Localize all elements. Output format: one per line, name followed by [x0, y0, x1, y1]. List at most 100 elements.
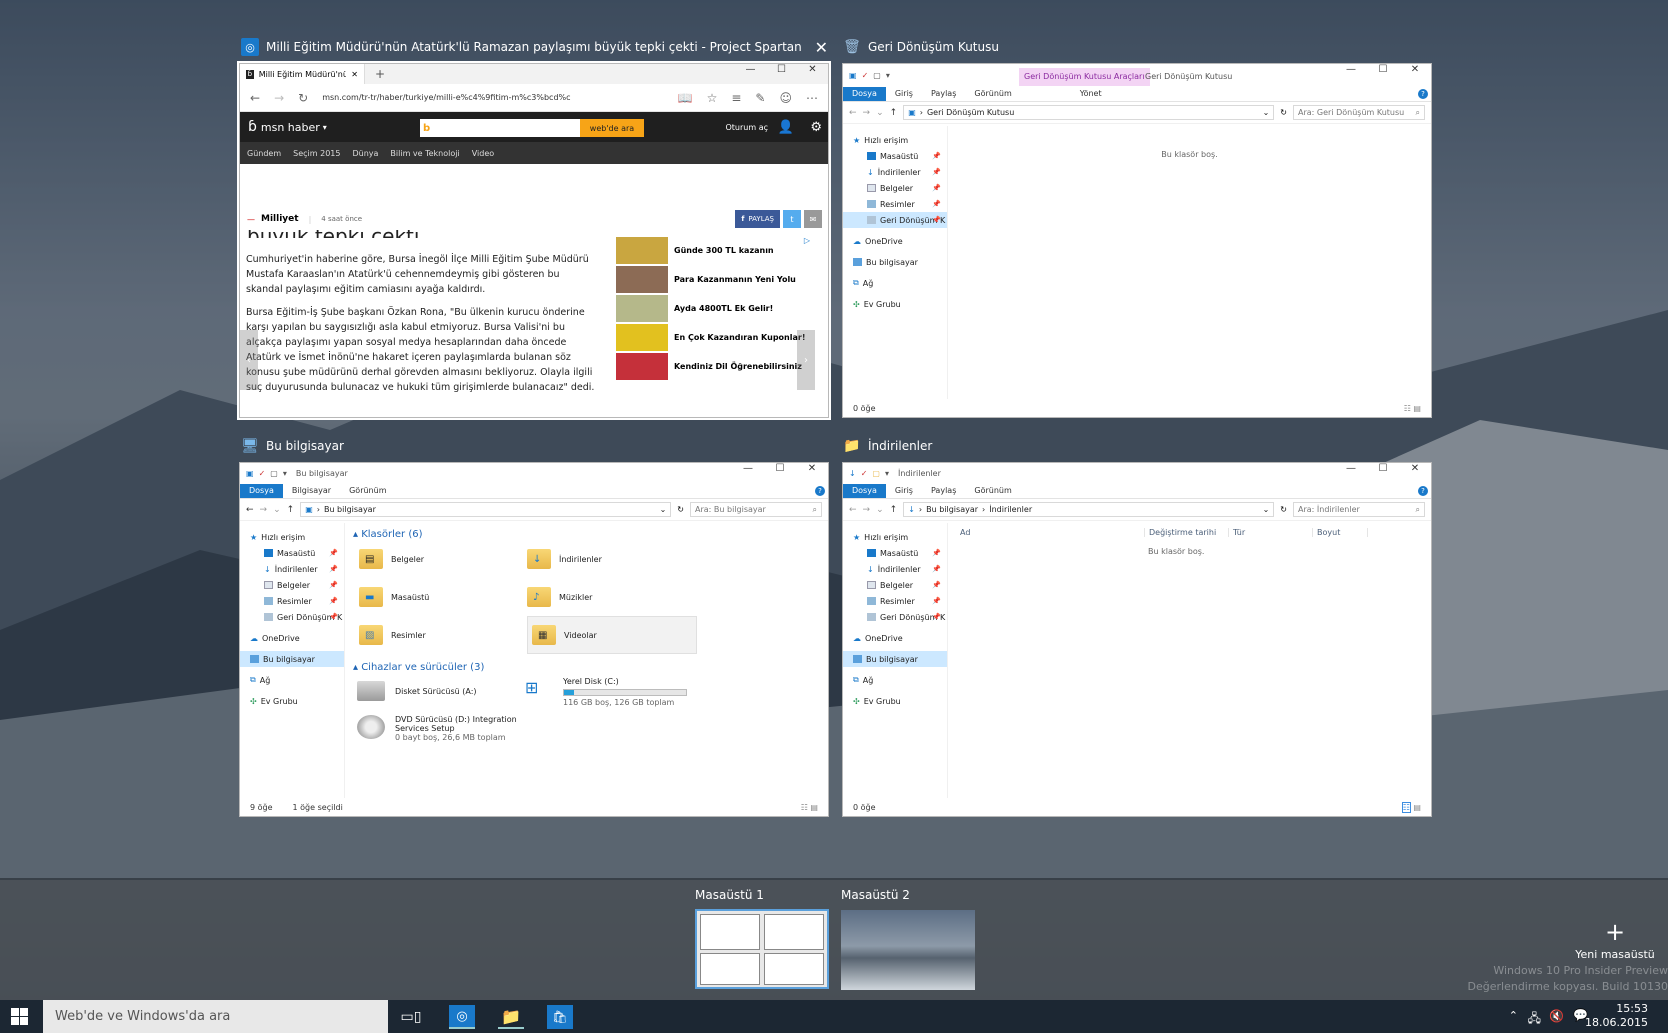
- drive-item[interactable]: Disket Sürücüsü (A:): [357, 677, 525, 711]
- chevron-down-icon[interactable]: ▾: [283, 469, 287, 478]
- favorite-star-icon[interactable]: ☆: [707, 91, 718, 105]
- search-input[interactable]: Ara: Geri Dönüşüm Kutusu ⌕: [1293, 105, 1425, 120]
- tab-home[interactable]: Giriş: [886, 87, 922, 101]
- nav-this-pc[interactable]: Bu bilgisayar: [843, 651, 947, 667]
- forward-icon[interactable]: →: [863, 108, 871, 118]
- system-clock[interactable]: 15:53 18.06.2015: [1585, 1002, 1648, 1030]
- nav-onedrive[interactable]: ☁ OneDrive: [843, 233, 947, 249]
- forward-icon[interactable]: →: [274, 91, 284, 105]
- view-toggle-icon[interactable]: ☷ ▤: [801, 803, 818, 812]
- url-field[interactable]: msn.com/tr-tr/haber/turkiye/milli-e%c4%9…: [322, 93, 663, 102]
- pin-icon[interactable]: 📌: [932, 168, 941, 176]
- nav-desktop[interactable]: Masaüstü 📌: [843, 148, 947, 164]
- chevron-down-icon[interactable]: ⌄: [1263, 505, 1270, 514]
- nav-pictures[interactable]: Resimler 📌: [843, 593, 947, 609]
- view-toggle-icon[interactable]: ☷ ▤: [1401, 801, 1421, 813]
- nav-item[interactable]: Video: [472, 149, 494, 158]
- nav-documents[interactable]: Belgeler 📌: [843, 577, 947, 593]
- help-icon[interactable]: ?: [1418, 485, 1428, 496]
- nav-documents[interactable]: Belgeler 📌: [843, 180, 947, 196]
- edge-icon[interactable]: ◎: [449, 1005, 475, 1029]
- minimize-icon[interactable]: —: [1335, 64, 1367, 75]
- refresh-icon[interactable]: ↻: [1280, 108, 1287, 117]
- back-icon[interactable]: ←: [849, 505, 857, 515]
- tab-manage[interactable]: Yönet: [1071, 87, 1111, 101]
- path-field[interactable]: ↓ › Bu bilgisayar › İndirilenler ⌄: [903, 502, 1275, 517]
- new-desktop-button[interactable]: + Yeni masaüstü: [1570, 920, 1660, 961]
- pin-icon[interactable]: 📌: [329, 597, 338, 605]
- nav-pictures[interactable]: Resimler 📌: [843, 196, 947, 212]
- help-icon[interactable]: ?: [1418, 88, 1428, 99]
- nav-recycle[interactable]: Geri Dönüşüm K 📌: [843, 609, 947, 625]
- nav-onedrive[interactable]: ☁ OneDrive: [843, 630, 947, 646]
- close-icon[interactable]: ✕: [1399, 463, 1431, 474]
- ad-item[interactable]: Kendiniz Dil Öğrenebilirsiniz: [616, 352, 820, 381]
- chevron-down-icon[interactable]: ⌄: [660, 505, 667, 514]
- refresh-icon[interactable]: ↻: [677, 505, 684, 514]
- close-icon[interactable]: ✕: [797, 64, 828, 75]
- nav-this-pc[interactable]: Bu bilgisayar: [843, 254, 947, 270]
- tab-view[interactable]: Görünüm: [340, 484, 395, 498]
- ad-item[interactable]: En Çok Kazandıran Kuponlar!: [616, 323, 820, 352]
- folders-group-header[interactable]: ▴ Klasörler (6): [345, 523, 828, 540]
- search-input[interactable]: Ara: İndirilenler ⌕: [1293, 502, 1425, 517]
- browser-window[interactable]: ɓ Milli Eğitim Müdürü'nün A ✕ + — ☐ ✕ ← …: [237, 61, 831, 420]
- path-segment[interactable]: Bu bilgisayar: [324, 505, 376, 514]
- thispc-window[interactable]: ▣ ✓ ▢ ▾ Bu bilgisayar — ☐ ✕ Dosya Bilgis…: [239, 462, 829, 817]
- pin-icon[interactable]: 📌: [329, 613, 338, 621]
- chevron-down-icon[interactable]: ▾: [886, 71, 890, 80]
- feedback-smiley-icon[interactable]: ☺: [779, 91, 792, 105]
- new-tab-icon[interactable]: +: [375, 67, 385, 81]
- nav-recycle[interactable]: Geri Dönüşüm K 📌: [843, 212, 947, 228]
- carousel-next-icon[interactable]: ›: [797, 330, 815, 390]
- nav-item[interactable]: Seçim 2015: [293, 149, 340, 158]
- help-icon[interactable]: ?: [815, 485, 825, 496]
- nav-homegroup[interactable]: ✣ Ev Grubu: [843, 296, 947, 312]
- thispc-window-title[interactable]: 🖥 Bu bilgisayar: [241, 436, 828, 456]
- close-icon[interactable]: ✕: [796, 463, 828, 474]
- chevron-down-icon[interactable]: ▾: [885, 469, 889, 478]
- pin-icon[interactable]: 📌: [932, 216, 941, 224]
- signin-link[interactable]: Oturum aç: [726, 123, 769, 132]
- nav-desktop[interactable]: Masaüstü 📌: [240, 545, 344, 561]
- web-note-icon[interactable]: ✎: [755, 91, 765, 105]
- msn-search-box[interactable]: b: [420, 119, 580, 137]
- forward-icon[interactable]: →: [863, 505, 871, 515]
- mail-icon[interactable]: ✉: [804, 210, 822, 228]
- drive-item[interactable]: ⊞ Yerel Disk (C:) 116 GB boş, 126 GB topl…: [525, 677, 693, 711]
- new-folder-icon[interactable]: ▢: [873, 71, 881, 80]
- pin-icon[interactable]: 📌: [932, 549, 941, 557]
- recycle-window-title[interactable]: 🗑 Geri Dönüşüm Kutusu: [843, 37, 1430, 57]
- close-icon[interactable]: ✕: [815, 38, 828, 57]
- refresh-icon[interactable]: ↻: [298, 91, 308, 105]
- nav-network[interactable]: ⧉ Ağ: [843, 672, 947, 688]
- pin-icon[interactable]: 📌: [329, 549, 338, 557]
- adchoices-icon[interactable]: ▷: [804, 236, 810, 245]
- chevron-down-icon[interactable]: ⌄: [876, 108, 884, 118]
- browser-tab[interactable]: ɓ Milli Eğitim Müdürü'nün A ✕: [240, 64, 365, 84]
- up-icon[interactable]: ↑: [890, 108, 898, 118]
- close-icon[interactable]: ✕: [1399, 64, 1431, 75]
- minimize-icon[interactable]: —: [735, 64, 766, 75]
- store-icon[interactable]: 🛍: [547, 1005, 573, 1029]
- pin-icon[interactable]: 📌: [329, 581, 338, 589]
- maximize-icon[interactable]: ☐: [764, 463, 796, 474]
- nav-pictures[interactable]: Resimler 📌: [240, 593, 344, 609]
- properties-icon[interactable]: ✓: [861, 469, 868, 478]
- more-icon[interactable]: ⋯: [806, 91, 818, 105]
- back-icon[interactable]: ←: [246, 505, 254, 515]
- view-toggle-icon[interactable]: ☷ ▤: [1404, 404, 1421, 413]
- tab-home[interactable]: Giriş: [886, 484, 922, 498]
- maximize-icon[interactable]: ☐: [1367, 463, 1399, 474]
- volume-muted-icon[interactable]: 🔇: [1549, 1009, 1564, 1023]
- nav-onedrive[interactable]: ☁ OneDrive: [240, 630, 344, 646]
- msn-search-button[interactable]: web'de ara: [580, 119, 644, 137]
- nav-downloads[interactable]: ↓ İndirilenler 📌: [843, 561, 947, 577]
- path-segment[interactable]: Bu bilgisayar: [926, 505, 978, 514]
- tab-view[interactable]: Görünüm: [965, 484, 1020, 498]
- ad-item[interactable]: Ayda 4800TL Ek Gelir!: [616, 294, 820, 323]
- path-segment[interactable]: İndirilenler: [989, 505, 1032, 514]
- desktop-2-thumbnail[interactable]: [841, 910, 975, 990]
- recycle-window[interactable]: ▣ ✓ ▢ ▾ Geri Dönüşüm Kutusu Araçları Ger…: [842, 63, 1432, 418]
- nav-homegroup[interactable]: ✣ Ev Grubu: [240, 693, 344, 709]
